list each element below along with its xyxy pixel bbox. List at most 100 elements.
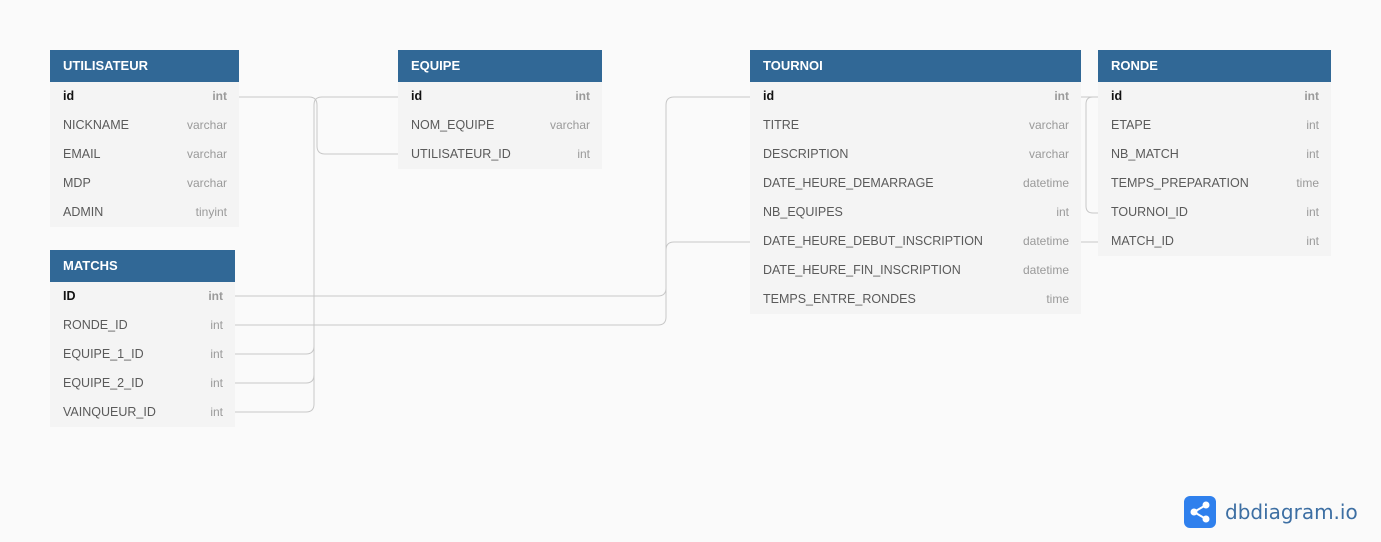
field-type: int (210, 376, 223, 390)
table-tournoi[interactable]: TOURNOI id int TITRE varchar DESCRIPTION varch… (750, 50, 1081, 314)
field-type: int (1306, 234, 1319, 248)
field-type: time (1296, 176, 1319, 190)
field-name: ADMIN (63, 205, 104, 219)
field-row[interactable]: id int (398, 82, 602, 111)
field-name: id (763, 89, 775, 103)
table-header[interactable]: EQUIPE (398, 50, 602, 82)
table-header[interactable]: UTILISATEUR (50, 50, 239, 82)
field-type: int (212, 89, 227, 103)
field-row[interactable]: id int (1098, 82, 1331, 111)
field-row[interactable]: MATCH_ID int (1098, 227, 1331, 256)
field-name: DATE_HEURE_FIN_INSCRIPTION (763, 263, 961, 277)
field-row[interactable]: DATE_HEURE_DEBUT_INSCRIPTION datetime (750, 227, 1081, 256)
field-type: int (1304, 89, 1319, 103)
field-row[interactable]: ID int (50, 282, 235, 311)
field-row[interactable]: EQUIPE_2_ID int (50, 369, 235, 398)
table-header[interactable]: RONDE (1098, 50, 1331, 82)
field-type: datetime (1022, 176, 1069, 190)
field-name: TEMPS_PREPARATION (1111, 176, 1249, 190)
share-nodes-icon (1184, 496, 1216, 528)
field-row[interactable]: EQUIPE_1_ID int (50, 340, 235, 369)
table-header[interactable]: MATCHS (50, 250, 235, 282)
field-name: id (1111, 89, 1123, 103)
field-name: DESCRIPTION (763, 147, 849, 161)
field-name: DATE_HEURE_DEMARRAGE (763, 176, 934, 190)
table-equipe[interactable]: EQUIPE id int NOM_EQUIPE varchar UTILISATEUR_… (398, 50, 602, 169)
field-type: datetime (1022, 263, 1069, 277)
field-name: NB_MATCH (1111, 147, 1179, 161)
field-row[interactable]: NICKNAME varchar (50, 111, 239, 140)
field-type: varchar (549, 118, 590, 132)
field-name: NB_EQUIPES (763, 205, 843, 219)
field-type: time (1046, 292, 1069, 306)
field-name: TEMPS_ENTRE_RONDES (763, 292, 916, 306)
rel-matchs-vainqueur-equipe (235, 375, 315, 413)
field-type: int (1306, 147, 1319, 161)
rel-matchs-ronde-tournoi (235, 241, 750, 326)
field-row[interactable]: EMAIL varchar (50, 140, 239, 169)
field-name: EQUIPE_2_ID (63, 376, 144, 390)
field-type: int (577, 147, 590, 161)
field-type: varchar (186, 147, 227, 161)
field-type: int (210, 347, 223, 361)
field-type: tinyint (195, 205, 227, 219)
field-row[interactable]: id int (50, 82, 239, 111)
field-row[interactable]: NOM_EQUIPE varchar (398, 111, 602, 140)
field-name: ETAPE (1111, 118, 1152, 132)
field-type: int (1056, 205, 1069, 219)
field-name: MATCH_ID (1111, 234, 1174, 248)
field-name: NICKNAME (63, 118, 129, 132)
field-row[interactable]: TEMPS_ENTRE_RONDES time (750, 285, 1081, 314)
field-row[interactable]: TEMPS_PREPARATION time (1098, 169, 1331, 198)
field-type: datetime (1022, 234, 1069, 248)
field-row[interactable]: DATE_HEURE_DEMARRAGE datetime (750, 169, 1081, 198)
field-type: int (1054, 89, 1069, 103)
rel-tournoi-ronde-tournoi-id (1081, 96, 1098, 214)
field-name: EQUIPE_1_ID (63, 347, 144, 361)
field-row[interactable]: MDP varchar (50, 169, 239, 198)
table-matchs[interactable]: MATCHS ID int RONDE_ID int EQUIPE_1_ID int EQUI… (50, 250, 235, 427)
field-name: DATE_HEURE_DEBUT_INSCRIPTION (763, 234, 983, 248)
rel-matchs-equipe1-equipe (235, 96, 398, 355)
field-row[interactable]: id int (750, 82, 1081, 111)
field-name: NOM_EQUIPE (411, 118, 495, 132)
field-type: varchar (1028, 118, 1069, 132)
field-type: int (208, 289, 223, 303)
field-row[interactable]: ETAPE int (1098, 111, 1331, 140)
field-type: int (210, 405, 223, 419)
field-row[interactable]: NB_MATCH int (1098, 140, 1331, 169)
table-ronde[interactable]: RONDE id int ETAPE int NB_MATCH int TEMPS_PREPA… (1098, 50, 1331, 256)
field-row[interactable]: ADMIN tinyint (50, 198, 239, 227)
field-row[interactable]: UTILISATEUR_ID int (398, 140, 602, 169)
rel-matchs-equipe2-equipe (235, 105, 315, 384)
rel-utilisateur-equipe (239, 96, 398, 155)
dbdiagram-brand[interactable]: dbdiagram.io (1184, 496, 1358, 528)
field-type: varchar (186, 118, 227, 132)
brand-name: dbdiagram.io (1225, 500, 1358, 524)
field-type: int (1306, 205, 1319, 219)
field-type: varchar (1028, 147, 1069, 161)
field-row[interactable]: RONDE_ID int (50, 311, 235, 340)
field-name: id (63, 89, 75, 103)
field-row[interactable]: VAINQUEUR_ID int (50, 398, 235, 427)
field-name: VAINQUEUR_ID (63, 405, 156, 419)
field-name: MDP (63, 176, 91, 190)
field-name: ID (63, 289, 76, 303)
table-header[interactable]: TOURNOI (750, 50, 1081, 82)
field-name: id (411, 89, 423, 103)
field-type: int (575, 89, 590, 103)
field-name: RONDE_ID (63, 318, 128, 332)
field-row[interactable]: NB_EQUIPES int (750, 198, 1081, 227)
field-type: int (210, 318, 223, 332)
field-name: UTILISATEUR_ID (411, 147, 511, 161)
table-utilisateur[interactable]: UTILISATEUR id int NICKNAME varchar EMAIL varc… (50, 50, 239, 227)
field-type: varchar (186, 176, 227, 190)
field-name: TOURNOI_ID (1111, 205, 1188, 219)
field-type: int (1306, 118, 1319, 132)
field-name: TITRE (763, 118, 800, 132)
field-name: EMAIL (63, 147, 101, 161)
field-row[interactable]: TOURNOI_ID int (1098, 198, 1331, 227)
field-row[interactable]: DATE_HEURE_FIN_INSCRIPTION datetime (750, 256, 1081, 285)
field-row[interactable]: DESCRIPTION varchar (750, 140, 1081, 169)
field-row[interactable]: TITRE varchar (750, 111, 1081, 140)
